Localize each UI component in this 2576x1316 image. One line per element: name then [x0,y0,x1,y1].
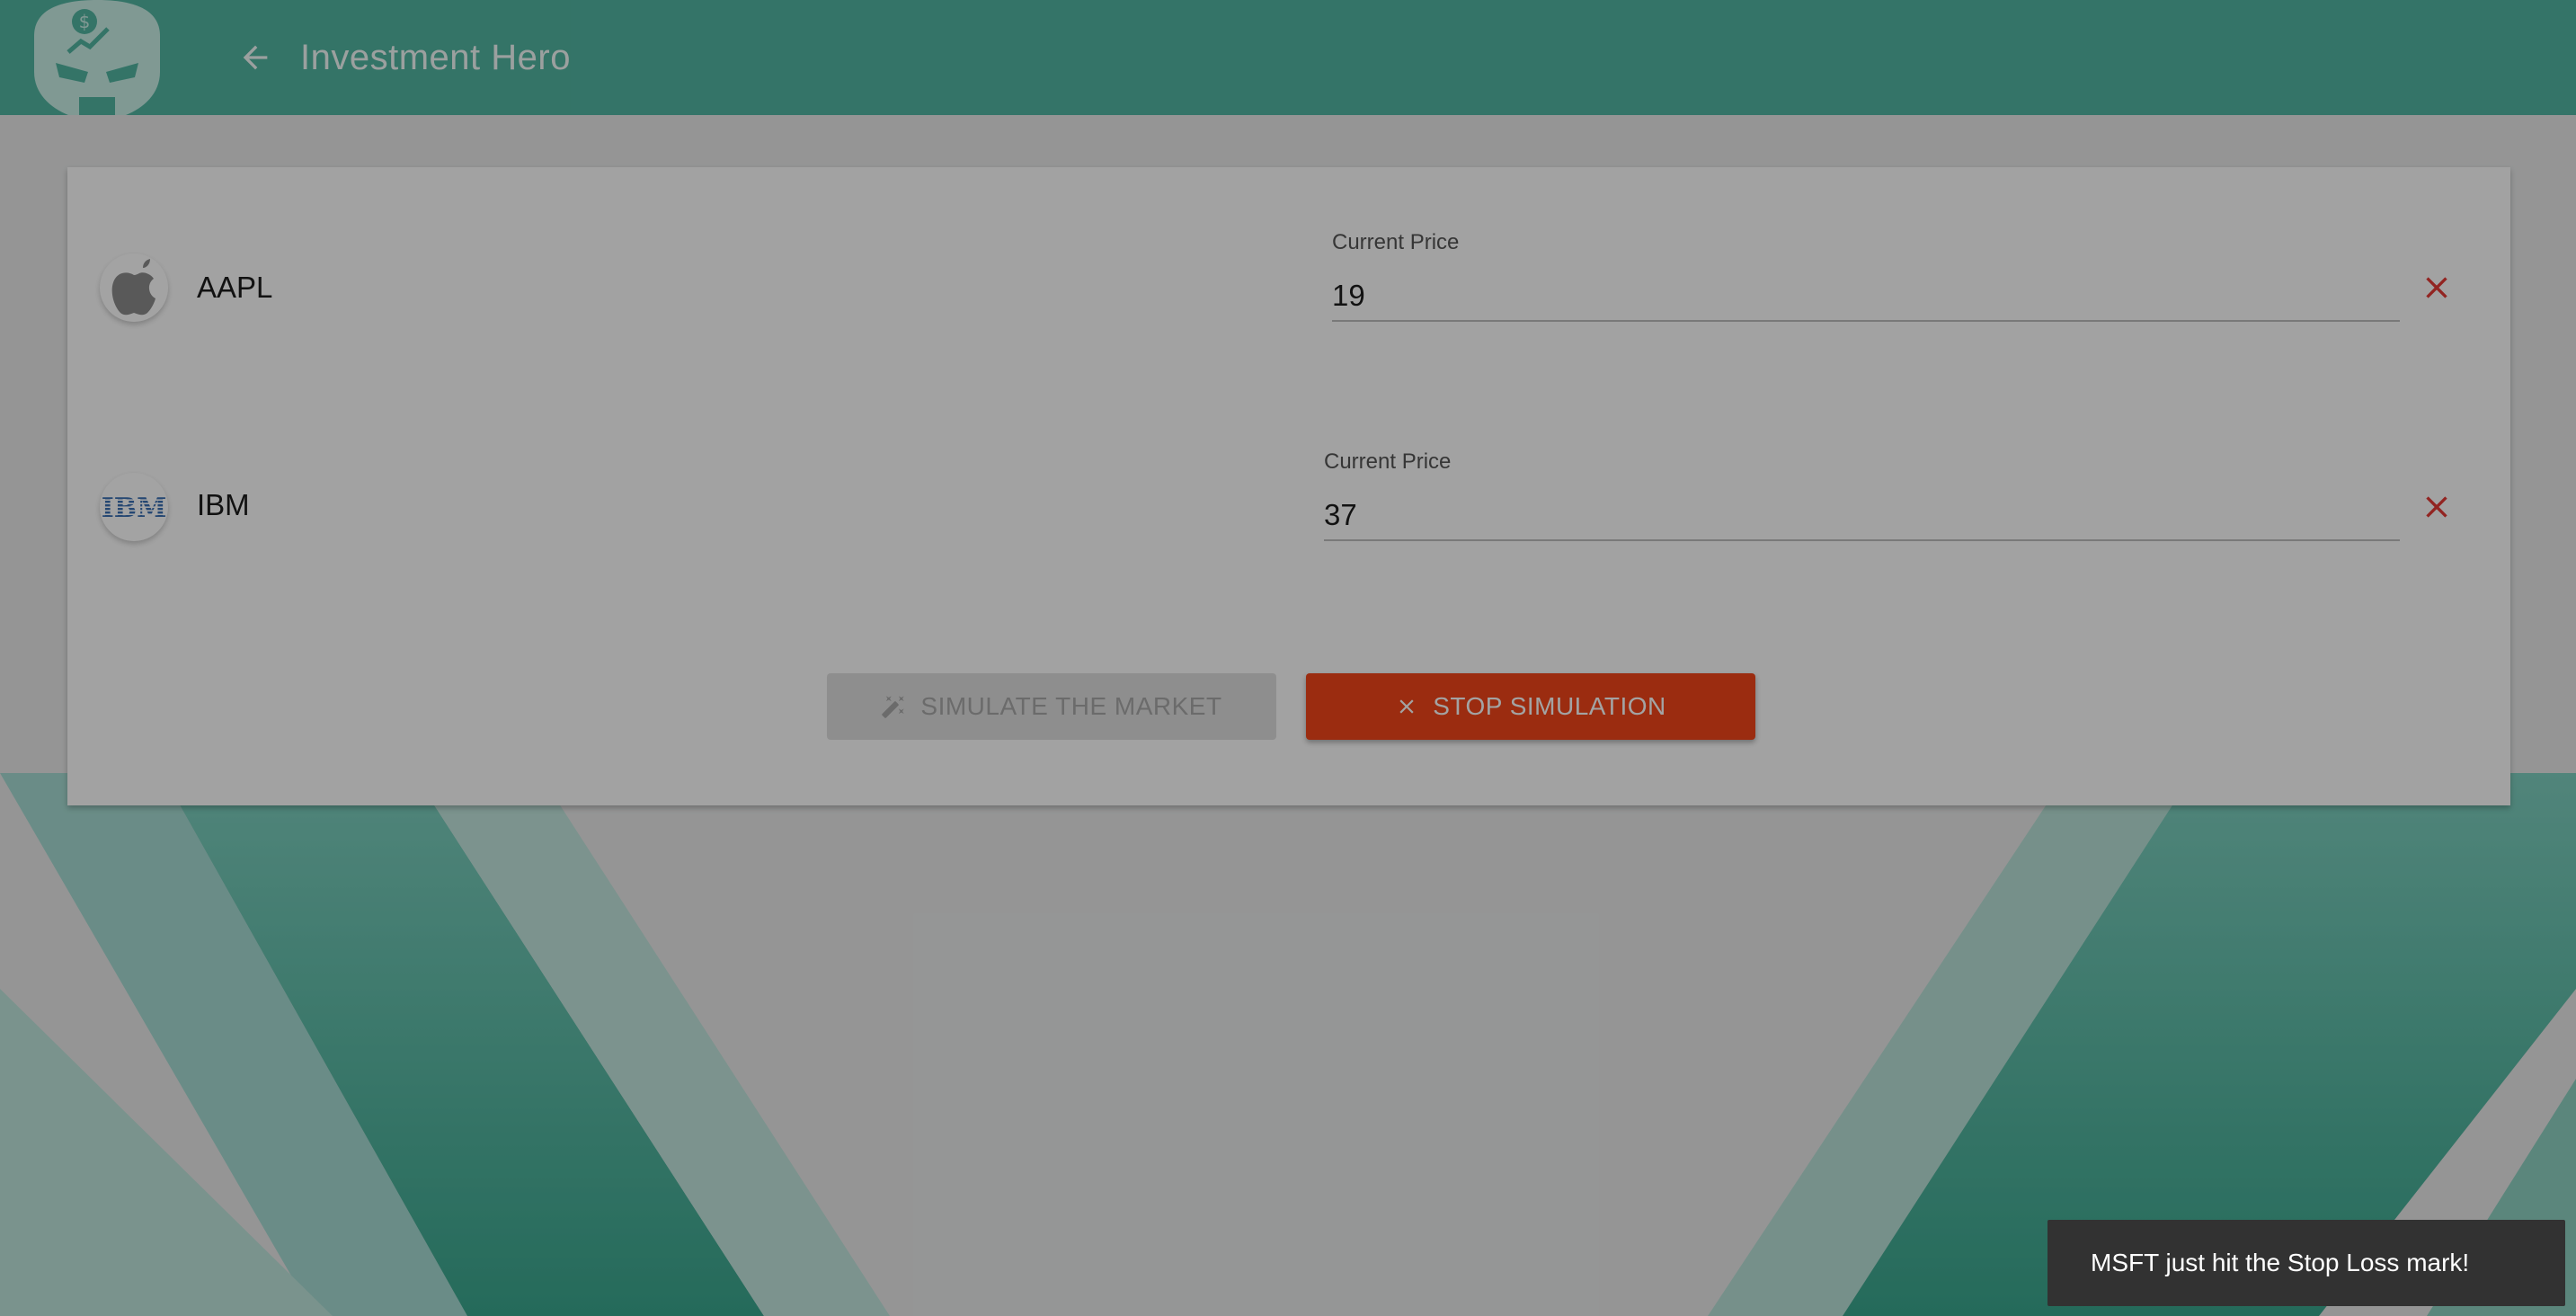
modal-scrim[interactable] [0,0,2576,1316]
snackbar-message: MSFT just hit the Stop Loss mark! [2091,1249,2470,1276]
snackbar: MSFT just hit the Stop Loss mark! [2047,1220,2565,1306]
